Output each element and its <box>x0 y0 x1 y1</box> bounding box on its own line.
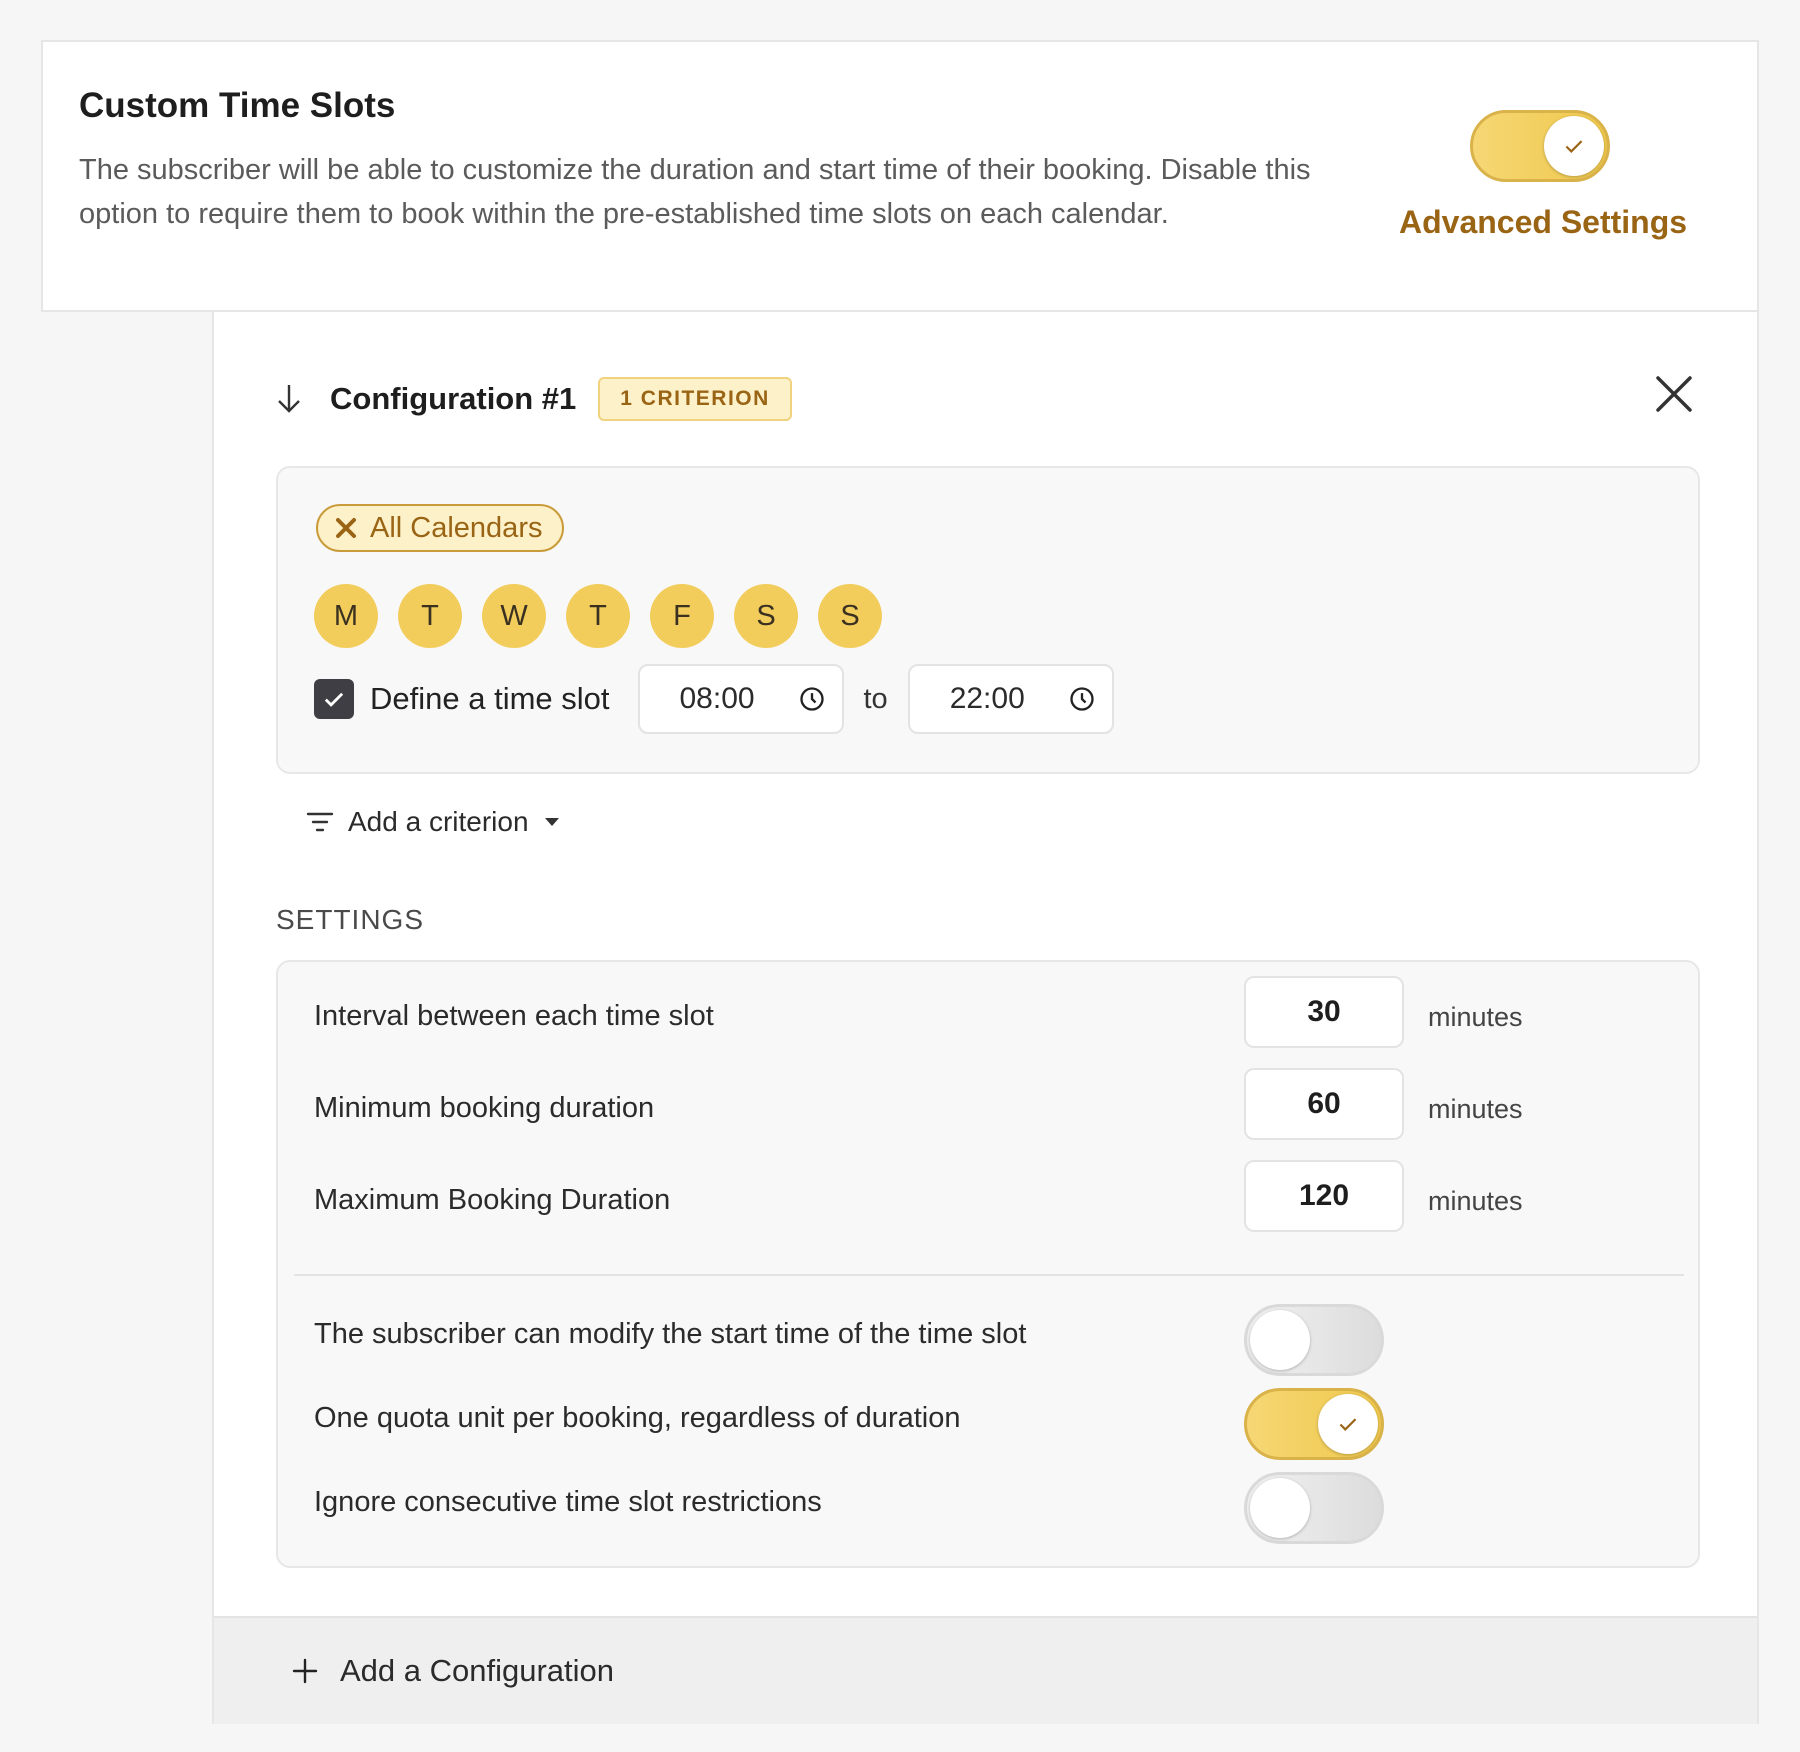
settings-divider <box>294 1274 1684 1276</box>
start-time-input[interactable]: 08:00 <box>637 664 844 734</box>
interval-label: Interval between each time slot <box>314 1000 714 1032</box>
day-sunday[interactable]: S <box>818 584 882 648</box>
day-wednesday[interactable]: W <box>482 584 546 648</box>
time-slot-row: Define a time slot 08:00 to 22:00 <box>314 664 1114 734</box>
day-saturday[interactable]: S <box>734 584 798 648</box>
define-slot-label: Define a time slot <box>370 681 610 716</box>
ignore-consecutive-label: Ignore consecutive time slot restriction… <box>314 1486 822 1518</box>
check-icon <box>1565 140 1583 153</box>
add-configuration-button[interactable]: Add a Configuration <box>214 1616 1757 1724</box>
day-tuesday[interactable]: T <box>398 584 462 648</box>
interval-input[interactable]: 30 <box>1244 976 1404 1048</box>
calendar-chip-label: All Calendars <box>370 511 543 544</box>
criterion-box: All Calendars M T W T F S S Define a tim… <box>276 466 1700 774</box>
day-monday[interactable]: M <box>314 584 378 648</box>
max-duration-unit: minutes <box>1428 1186 1523 1216</box>
one-quota-toggle[interactable] <box>1244 1388 1384 1460</box>
add-criterion-button[interactable]: Add a criterion <box>306 806 561 838</box>
calendar-chip[interactable]: All Calendars <box>316 504 565 552</box>
clock-icon[interactable] <box>798 685 826 713</box>
modify-start-toggle[interactable] <box>1244 1304 1384 1376</box>
end-time-input[interactable]: 22:00 <box>907 664 1114 734</box>
configuration-panel: Configuration #1 1 CRITERION All Calenda… <box>212 312 1759 1724</box>
check-icon <box>1339 1418 1357 1431</box>
interval-unit: minutes <box>1428 1002 1523 1032</box>
min-duration-unit: minutes <box>1428 1094 1523 1124</box>
caret-down-icon <box>544 818 559 826</box>
modify-start-label: The subscriber can modify the start time… <box>314 1318 1027 1350</box>
remove-icon[interactable] <box>334 516 358 540</box>
to-label: to <box>863 682 888 715</box>
section-title: Custom Time Slots <box>79 86 396 125</box>
filter-icon <box>306 812 334 832</box>
max-duration-input[interactable]: 120 <box>1244 1160 1404 1232</box>
plus-icon <box>292 1658 318 1684</box>
min-duration-label: Minimum booking duration <box>314 1092 655 1124</box>
custom-time-slots-toggle[interactable] <box>1470 110 1610 182</box>
one-quota-label: One quota unit per booking, regardless o… <box>314 1402 961 1434</box>
settings-heading: SETTINGS <box>276 904 425 935</box>
max-duration-label: Maximum Booking Duration <box>314 1184 671 1216</box>
toggle-knob <box>1250 1478 1310 1538</box>
check-icon <box>324 692 344 707</box>
weekday-selector: M T W T F S S <box>314 584 882 648</box>
ignore-consecutive-toggle[interactable] <box>1244 1472 1384 1544</box>
close-icon[interactable] <box>1652 372 1696 416</box>
settings-box: Interval between each time slot 30 minut… <box>276 960 1700 1568</box>
start-time-value: 08:00 <box>679 682 755 715</box>
toggle-knob <box>1544 116 1604 176</box>
add-criterion-label: Add a criterion <box>348 806 529 837</box>
clock-icon[interactable] <box>1068 685 1096 713</box>
configuration-header: Configuration #1 1 CRITERION <box>274 374 792 424</box>
custom-time-slots-card: Custom Time Slots The subscriber will be… <box>41 40 1759 312</box>
min-duration-input[interactable]: 60 <box>1244 1068 1404 1140</box>
configuration-title: Configuration #1 <box>330 381 577 416</box>
toggle-knob <box>1318 1394 1378 1454</box>
add-configuration-label: Add a Configuration <box>340 1653 615 1688</box>
day-thursday[interactable]: T <box>566 584 630 648</box>
end-time-value: 22:00 <box>949 682 1025 715</box>
define-slot-checkbox[interactable] <box>314 679 354 719</box>
advanced-settings-link[interactable]: Advanced Settings <box>1399 204 1687 241</box>
toggle-knob <box>1250 1310 1310 1370</box>
day-friday[interactable]: F <box>650 584 714 648</box>
section-description: The subscriber will be able to customize… <box>79 154 1311 230</box>
arrow-down-icon[interactable] <box>274 381 304 417</box>
criterion-badge: 1 CRITERION <box>598 377 792 421</box>
